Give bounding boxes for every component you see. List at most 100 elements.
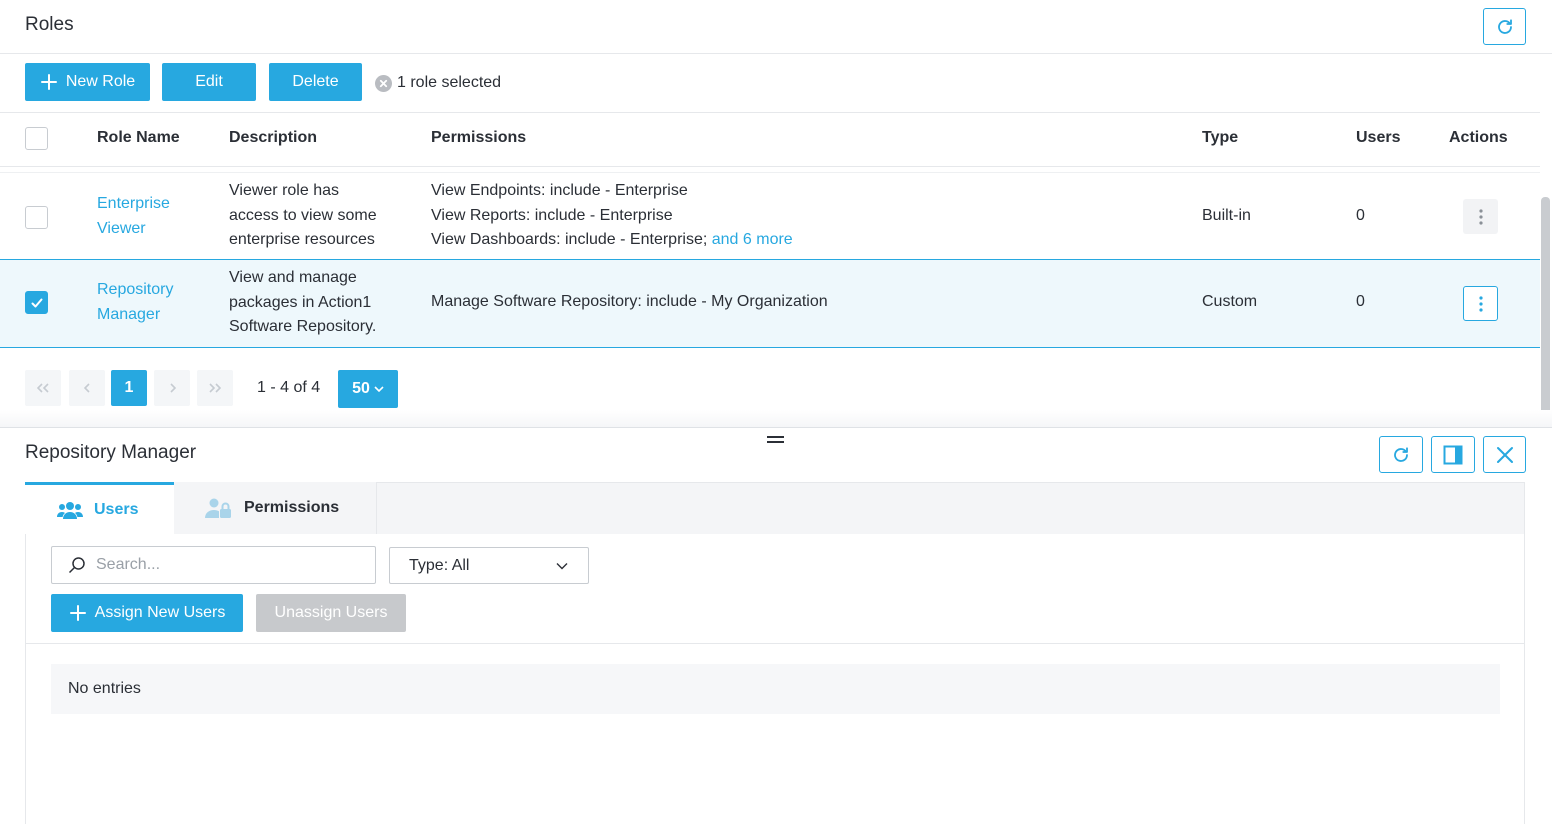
role-type: Custom: [1202, 293, 1258, 310]
column-header-description[interactable]: Description: [229, 129, 317, 147]
empty-state-text: No entries: [68, 680, 141, 697]
permission-line: View Endpoints: include - Enterprise: [431, 182, 688, 199]
page-button-current[interactable]: 1: [111, 370, 147, 406]
tab-users[interactable]: Users: [25, 482, 174, 534]
role-permissions: Manage Software Repository: include - My…: [431, 293, 828, 310]
tab-permissions-label: Permissions: [244, 499, 340, 516]
row-actions-button[interactable]: [1463, 286, 1498, 321]
last-page-button[interactable]: [197, 370, 233, 406]
toggle-panel-button[interactable]: [1431, 436, 1475, 473]
chevron-down-icon: [556, 562, 568, 569]
prev-page-button[interactable]: [69, 370, 105, 406]
new-role-button[interactable]: New Role: [25, 63, 150, 101]
clear-selection-icon[interactable]: [375, 74, 392, 92]
edit-button[interactable]: Edit: [162, 63, 256, 101]
description-line: packages in Action1: [229, 293, 372, 311]
more-vertical-icon: [1478, 295, 1483, 312]
description-line: Viewer role has: [229, 182, 339, 199]
role-name-line: Repository: [97, 281, 174, 298]
chevron-right-icon: [169, 383, 176, 393]
role-name-line: Manager: [97, 305, 161, 323]
role-users-count: 0: [1356, 293, 1365, 310]
pagination-range: 1 - 4 of 4: [257, 379, 321, 396]
tab-users-label: Users: [94, 500, 139, 518]
role-permissions: View Endpoints: include - Enterprise Vie…: [431, 179, 793, 253]
tab-permissions[interactable]: Permissions: [174, 482, 377, 534]
delete-button[interactable]: Delete: [269, 63, 362, 101]
refresh-roles-button[interactable]: [1483, 8, 1526, 45]
select-all-checkbox[interactable]: [25, 127, 48, 150]
role-type: Built-in: [1202, 207, 1251, 224]
more-vertical-icon: [1478, 208, 1483, 225]
panel-shadow: [0, 410, 1552, 427]
refresh-icon: [1394, 446, 1408, 462]
close-panel-button[interactable]: [1483, 436, 1526, 473]
refresh-icon: [1497, 18, 1512, 34]
type-filter-value: Type: All: [409, 556, 470, 574]
table-scrollbar[interactable]: [1541, 197, 1550, 425]
permission-line: View Dashboards: include - Enterprise; a…: [431, 228, 793, 253]
search-field[interactable]: Search...: [51, 546, 376, 584]
unassign-users-label: Unassign Users: [274, 604, 388, 621]
plus-icon: [40, 74, 57, 90]
selection-info: 1 role selected: [375, 72, 501, 94]
page-size-value: 50: [352, 380, 370, 397]
chevron-left-icon: [83, 383, 90, 393]
page-title: Roles: [25, 14, 74, 35]
role-description: Viewer role has access to view some ente…: [229, 179, 377, 253]
drag-handle-icon[interactable]: [767, 436, 784, 443]
content-divider: [26, 643, 1524, 644]
permission-line: View Reports: include - Enterprise: [431, 206, 673, 224]
description-line: View and manage: [229, 269, 357, 286]
description-line: access to view some: [229, 206, 377, 224]
user-lock-icon: [205, 498, 231, 518]
permission-text: View Dashboards: include - Enterprise;: [431, 231, 708, 248]
panel-right-icon: [1443, 445, 1463, 464]
description-line: enterprise resources: [229, 231, 375, 248]
delete-label: Delete: [292, 73, 339, 90]
edit-label: Edit: [195, 73, 223, 90]
toolbar-divider: [0, 112, 1540, 113]
column-header-actions: Actions: [1449, 129, 1508, 146]
column-header-role-name[interactable]: Role Name: [97, 129, 180, 147]
chevron-down-icon: [374, 385, 384, 392]
row-actions-button[interactable]: [1463, 199, 1498, 234]
double-chevron-left-icon: [37, 383, 49, 393]
empty-state: No entries: [51, 664, 1500, 714]
description-line: Software Repository.: [229, 318, 377, 335]
type-filter-select[interactable]: Type: All: [389, 547, 589, 584]
table-header-shadow: [0, 172, 1540, 173]
assign-new-users-label: Assign New Users: [94, 604, 226, 621]
search-icon: [68, 557, 85, 574]
plus-icon: [69, 605, 86, 621]
assign-new-users-button[interactable]: Assign New Users: [51, 594, 243, 632]
column-header-users[interactable]: Users: [1356, 129, 1400, 147]
row-checkbox[interactable]: [25, 206, 48, 229]
check-icon: [31, 298, 42, 307]
details-title: Repository Manager: [25, 442, 197, 463]
role-name-link[interactable]: Repository Manager: [97, 278, 173, 327]
role-name-line: Enterprise: [97, 195, 170, 212]
first-page-button[interactable]: [25, 370, 61, 406]
new-role-label: New Role: [65, 73, 136, 90]
double-chevron-right-icon: [209, 383, 221, 393]
row-checkbox-checked[interactable]: [25, 291, 48, 314]
role-name-line: Viewer: [97, 219, 146, 237]
role-users-count: 0: [1356, 207, 1365, 224]
selection-count: 1 role selected: [397, 74, 502, 91]
close-icon: [1496, 446, 1513, 463]
details-refresh-button[interactable]: [1379, 436, 1423, 473]
unassign-users-button: Unassign Users: [256, 594, 406, 632]
panel-splitter[interactable]: [0, 427, 1552, 428]
users-icon: [57, 501, 83, 519]
header-divider: [0, 53, 1552, 54]
next-page-button[interactable]: [154, 370, 190, 406]
role-name-link[interactable]: Enterprise Viewer: [97, 192, 170, 241]
role-description: View and manage packages in Action1 Soft…: [229, 266, 376, 340]
column-header-type[interactable]: Type: [1202, 129, 1238, 147]
page-size-select[interactable]: 50: [338, 370, 398, 408]
search-placeholder: Search...: [96, 556, 161, 573]
table-header-divider: [0, 166, 1540, 167]
column-header-permissions[interactable]: Permissions: [431, 129, 526, 147]
more-permissions-link[interactable]: and 6 more: [712, 231, 793, 248]
